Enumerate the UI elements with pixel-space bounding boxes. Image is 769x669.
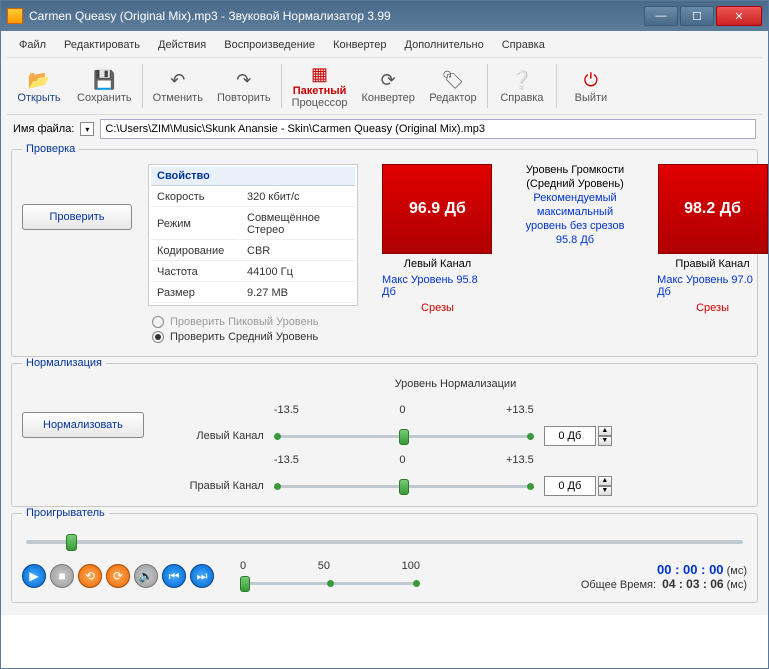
open-button[interactable]: 📂Открыть [9, 62, 69, 110]
table-row: КодированиеCBR [151, 242, 355, 261]
left-channel-label: Левый Канал [404, 258, 471, 270]
batch-button[interactable]: ▦ПакетныйПроцессор [286, 62, 354, 110]
next-button[interactable]: ⏭ [190, 564, 214, 588]
menu-help[interactable]: Справка [494, 36, 553, 54]
current-time: 00 : 00 : 00 [657, 562, 724, 577]
radio-icon [152, 331, 164, 343]
right-channel-slider[interactable] [274, 477, 534, 495]
spinner-up-button[interactable]: ▲ [598, 426, 612, 436]
close-button[interactable]: ✕ [716, 6, 762, 26]
undo-button[interactable]: ↶Отменить [147, 62, 209, 110]
help-icon: ❔ [510, 68, 534, 92]
radio-average[interactable]: Проверить Средний Уровень [152, 331, 358, 343]
filename-input[interactable] [100, 119, 756, 139]
left-level-box: 96.9 Дб [382, 164, 492, 254]
loudness-title: Уровень Громкости [526, 164, 624, 176]
properties-header: Свойство [151, 167, 355, 186]
table-row: РежимСовмещённое Стерео [151, 209, 355, 240]
batch-icon: ▦ [308, 64, 332, 85]
right-channel-label: Правый Канал [675, 258, 749, 270]
converter-button[interactable]: ⟳Конвертер [355, 62, 420, 110]
spinner-up-button[interactable]: ▲ [598, 476, 612, 486]
minimize-button[interactable]: — [644, 6, 678, 26]
save-button[interactable]: 💾Сохранить [71, 62, 138, 110]
convert-icon: ⟳ [376, 68, 400, 92]
app-icon [7, 8, 23, 24]
menubar: Файл Редактировать Действия Воспроизведе… [7, 33, 762, 58]
normalize-panel: Нормализация Нормализовать Уровень Норма… [11, 363, 758, 507]
file-dropdown-button[interactable]: ▾ [80, 122, 94, 136]
toolbar: 📂Открыть 💾Сохранить ↶Отменить ↷Повторить… [7, 58, 762, 115]
normalize-legend: Нормализация [22, 357, 106, 369]
editor-button[interactable]: 🏷Редактор [423, 62, 483, 110]
spinner-down-button[interactable]: ▼ [598, 436, 612, 446]
left-clips: Срезы [421, 302, 454, 314]
menu-converter[interactable]: Конвертер [325, 36, 394, 54]
help-button[interactable]: ❔Справка [492, 62, 552, 110]
left-max-level: Макс Уровень 95.8 Дб [382, 274, 493, 298]
file-row: Имя файла: ▾ [7, 115, 762, 143]
total-time: 04 : 03 : 06 [662, 577, 723, 591]
table-row: Скорость320 кбит/с [151, 188, 355, 207]
menu-edit[interactable]: Редактировать [56, 36, 148, 54]
table-row: Размер9.27 MB [151, 284, 355, 303]
loop-button[interactable]: ⟳ [106, 564, 130, 588]
check-panel: Проверка Проверить Свойство Скорость320 … [11, 149, 758, 357]
filename-label: Имя файла: [13, 123, 74, 135]
properties-table: Свойство Скорость320 кбит/с РежимСовмещё… [148, 164, 358, 306]
volume-button[interactable]: 🔊 [134, 564, 158, 588]
right-channel-input[interactable] [544, 476, 596, 496]
maximize-button[interactable]: ☐ [680, 6, 714, 26]
menu-file[interactable]: Файл [11, 36, 54, 54]
total-time-label: Общее Время: [581, 579, 656, 591]
test-button[interactable]: Проверить [22, 204, 132, 230]
check-legend: Проверка [22, 143, 79, 155]
radio-icon [152, 316, 164, 328]
volume-slider[interactable] [240, 574, 420, 592]
right-level-box: 98.2 Дб [658, 164, 768, 254]
redo-button[interactable]: ↷Повторить [211, 62, 277, 110]
player-legend: Проигрыватель [22, 507, 109, 519]
radio-peak[interactable]: Проверить Пиковый Уровень [152, 316, 358, 328]
power-icon: ⏻ [579, 68, 603, 92]
titlebar[interactable]: Carmen Queasy (Original Mix).mp3 - Звуко… [1, 1, 768, 31]
left-channel-slider-label: Левый Канал [164, 430, 264, 442]
spinner-down-button[interactable]: ▼ [598, 486, 612, 496]
app-window: Carmen Queasy (Original Mix).mp3 - Звуко… [0, 0, 769, 669]
right-clips: Срезы [696, 302, 729, 314]
folder-open-icon: 📂 [27, 68, 51, 92]
player-panel: Проигрыватель ▶ ■ ⟲ ⟳ 🔊 ⏮ ⏭ 0 [11, 513, 758, 603]
redo-icon: ↷ [232, 68, 256, 92]
loudness-subtitle: (Средний Уровень) [526, 178, 623, 190]
save-icon: 💾 [92, 68, 116, 92]
right-max-level: Макс Уровень 97.0 Дб [657, 274, 768, 298]
undo-icon: ↶ [166, 68, 190, 92]
exit-button[interactable]: ⏻Выйти [561, 62, 621, 110]
table-row: Частота44100 Гц [151, 263, 355, 282]
normalize-button[interactable]: Нормализовать [22, 412, 144, 438]
play-button[interactable]: ▶ [22, 564, 46, 588]
menu-extra[interactable]: Дополнительно [397, 36, 492, 54]
progress-slider[interactable] [26, 532, 743, 552]
window-title: Carmen Queasy (Original Mix).mp3 - Звуко… [29, 9, 644, 23]
menu-actions[interactable]: Действия [150, 36, 214, 54]
repeat-button[interactable]: ⟲ [78, 564, 102, 588]
right-channel-slider-label: Правый Канал [164, 480, 264, 492]
prev-button[interactable]: ⏮ [162, 564, 186, 588]
menu-playback[interactable]: Воспроизведение [216, 36, 323, 54]
left-channel-input[interactable] [544, 426, 596, 446]
norm-title: Уровень Нормализации [164, 378, 747, 390]
tag-icon: 🏷 [441, 68, 465, 92]
stop-button[interactable]: ■ [50, 564, 74, 588]
left-channel-slider[interactable] [274, 427, 534, 445]
